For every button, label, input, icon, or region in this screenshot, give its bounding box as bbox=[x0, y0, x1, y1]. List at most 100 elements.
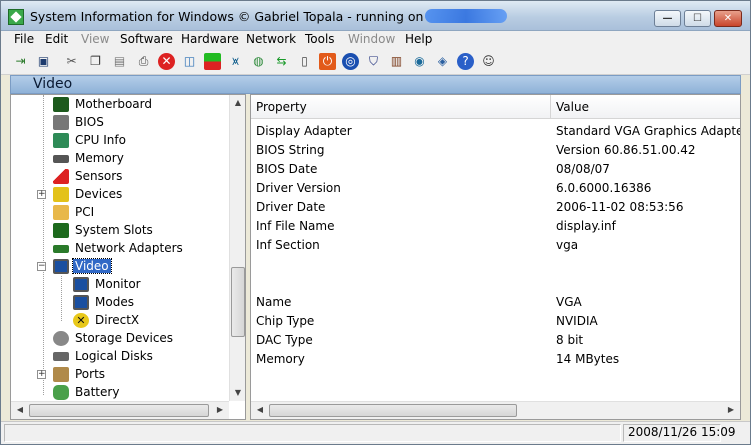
property-cell: Display Adapter bbox=[256, 124, 352, 138]
registry-icon[interactable]: ▥ bbox=[388, 53, 405, 70]
window-title-text: System Information for Windows © Gabriel… bbox=[30, 9, 424, 24]
property-cell: Driver Date bbox=[256, 200, 326, 214]
scroll-left-arrow-icon[interactable]: ◀ bbox=[13, 403, 27, 417]
tree-item-label: Logical Disks bbox=[75, 349, 153, 363]
property-cell: BIOS String bbox=[256, 143, 325, 157]
tree-vertical-scrollbar[interactable]: ▲ ▼ bbox=[229, 95, 245, 401]
menu-software[interactable]: Software bbox=[120, 32, 173, 46]
details-panel[interactable]: Property Value Display Adapter Standard … bbox=[250, 94, 741, 420]
power-icon[interactable]: ⏻ bbox=[319, 53, 336, 70]
details-horizontal-scrollbar[interactable]: ◀ ▶ bbox=[251, 401, 740, 419]
about-icon[interactable]: ☺ bbox=[480, 53, 497, 70]
section-title: Video bbox=[33, 76, 73, 92]
value-cell: VGA bbox=[556, 295, 582, 309]
value-cell: 08/08/07 bbox=[556, 162, 610, 176]
tree-item-label: PCI bbox=[75, 205, 95, 219]
collapse-icon[interactable]: − bbox=[37, 262, 46, 271]
bios-chip-icon bbox=[53, 115, 69, 130]
tree-item-label: BIOS bbox=[75, 115, 104, 129]
scroll-left-arrow-icon[interactable]: ◀ bbox=[253, 403, 267, 417]
motherboard-icon bbox=[53, 97, 69, 112]
tree-item-label: Ports bbox=[75, 367, 106, 381]
menu-window[interactable]: Window bbox=[348, 32, 395, 46]
property-cell: Name bbox=[256, 295, 292, 309]
monitor-icon bbox=[73, 295, 89, 310]
chart-icon[interactable]: ⩙ bbox=[227, 53, 244, 70]
refresh-arrows-icon[interactable]: ⇆ bbox=[273, 53, 290, 70]
tree-connector-line bbox=[61, 276, 62, 321]
expand-icon[interactable]: + bbox=[37, 190, 46, 199]
menu-network[interactable]: Network bbox=[246, 32, 296, 46]
menu-edit[interactable]: Edit bbox=[45, 32, 68, 46]
tree-item-label: System Slots bbox=[75, 223, 153, 237]
document-icon[interactable]: ▯ bbox=[296, 53, 313, 70]
title-bar[interactable]: System Information for Windows © Gabriel… bbox=[1, 1, 750, 31]
help-icon[interactable]: ? bbox=[457, 53, 474, 70]
minimize-button[interactable]: — bbox=[654, 10, 681, 27]
cpu-usage-icon[interactable] bbox=[204, 53, 221, 70]
expand-icon[interactable]: + bbox=[37, 370, 46, 379]
disk-icon bbox=[53, 352, 69, 361]
menu-file[interactable]: File bbox=[14, 32, 34, 46]
scroll-down-arrow-icon[interactable]: ▼ bbox=[230, 385, 245, 401]
value-cell: NVIDIA bbox=[556, 314, 598, 328]
save-icon[interactable]: ▣ bbox=[35, 53, 52, 70]
property-cell: DAC Type bbox=[256, 333, 313, 347]
tree-connector-line bbox=[43, 95, 44, 395]
value-cell: 8 bit bbox=[556, 333, 584, 347]
paste-icon[interactable]: ▤ bbox=[111, 53, 128, 70]
window-title: System Information for Windows © Gabriel… bbox=[30, 9, 508, 24]
monitor-icon bbox=[73, 277, 89, 292]
monitor-graph-icon[interactable]: ◫ bbox=[181, 53, 198, 70]
monitor-icon bbox=[53, 259, 69, 274]
tree-panel[interactable]: Motherboard BIOS CPU Info Memory Sensors… bbox=[10, 94, 246, 420]
scroll-right-arrow-icon[interactable]: ▶ bbox=[724, 403, 738, 417]
redacted-scribble bbox=[425, 9, 508, 23]
copy-icon[interactable]: ❐ bbox=[87, 53, 104, 70]
column-header-value[interactable]: Value bbox=[551, 95, 740, 119]
column-header-property[interactable]: Property bbox=[251, 95, 551, 119]
property-cell: Inf Section bbox=[256, 238, 320, 252]
menu-hardware[interactable]: Hardware bbox=[181, 32, 239, 46]
menu-tools[interactable]: Tools bbox=[305, 32, 335, 46]
print-icon[interactable]: ⎙ bbox=[135, 53, 152, 70]
tree-item-label: Storage Devices bbox=[75, 331, 174, 345]
tree-item-label: CPU Info bbox=[75, 133, 126, 147]
cpu-icon bbox=[53, 133, 69, 148]
cut-icon[interactable]: ✂ bbox=[63, 53, 80, 70]
stop-icon[interactable]: ✕ bbox=[158, 53, 175, 70]
tree-item-label: Sensors bbox=[75, 169, 123, 183]
tree-item-label: DirectX bbox=[95, 313, 140, 327]
status-pane-main bbox=[4, 424, 621, 442]
value-cell: vga bbox=[556, 238, 579, 252]
exit-icon[interactable]: ⇥ bbox=[12, 53, 29, 70]
menu-view[interactable]: View bbox=[81, 32, 109, 46]
scrollbar-thumb[interactable] bbox=[29, 404, 209, 417]
tree-item-label: Modes bbox=[95, 295, 134, 309]
tree-horizontal-scrollbar[interactable]: ◀ ▶ bbox=[11, 401, 229, 419]
menu-help[interactable]: Help bbox=[405, 32, 432, 46]
tree-item-label: Video bbox=[72, 258, 112, 274]
property-cell: Memory bbox=[256, 352, 305, 366]
toolbar: ⇥ ▣ ✂ ❐ ▤ ⎙ ✕ ◫ ⩙ ◍ ⇆ ▯ ⏻ ◎ ⛉ ▥ ◉ ◈ ? ☺ bbox=[1, 49, 750, 75]
settings-icon[interactable]: ◈ bbox=[434, 53, 451, 70]
tree-item-label: Monitor bbox=[95, 277, 141, 291]
scrollbar-thumb[interactable] bbox=[231, 267, 245, 337]
scroll-right-arrow-icon[interactable]: ▶ bbox=[213, 403, 227, 417]
property-cell: BIOS Date bbox=[256, 162, 318, 176]
globe-icon[interactable]: ◍ bbox=[250, 53, 267, 70]
scroll-up-arrow-icon[interactable]: ▲ bbox=[230, 95, 245, 111]
maximize-button[interactable]: ☐ bbox=[684, 10, 711, 27]
tree-item-label: Motherboard bbox=[75, 97, 152, 111]
close-button[interactable]: ✕ bbox=[714, 10, 742, 27]
value-cell: display.inf bbox=[556, 219, 616, 233]
value-cell: Standard VGA Graphics Adapter bbox=[556, 124, 741, 138]
scrollbar-thumb[interactable] bbox=[269, 404, 517, 417]
tree-item-label: Memory bbox=[75, 151, 124, 165]
sysinfo-icon[interactable]: ◉ bbox=[411, 53, 428, 70]
app-icon bbox=[8, 9, 24, 25]
tree-item-label: Battery bbox=[75, 385, 120, 399]
network-icon[interactable]: ◎ bbox=[342, 53, 359, 70]
value-cell: 2006-11-02 08:53:56 bbox=[556, 200, 684, 214]
shield-icon[interactable]: ⛉ bbox=[365, 53, 382, 70]
